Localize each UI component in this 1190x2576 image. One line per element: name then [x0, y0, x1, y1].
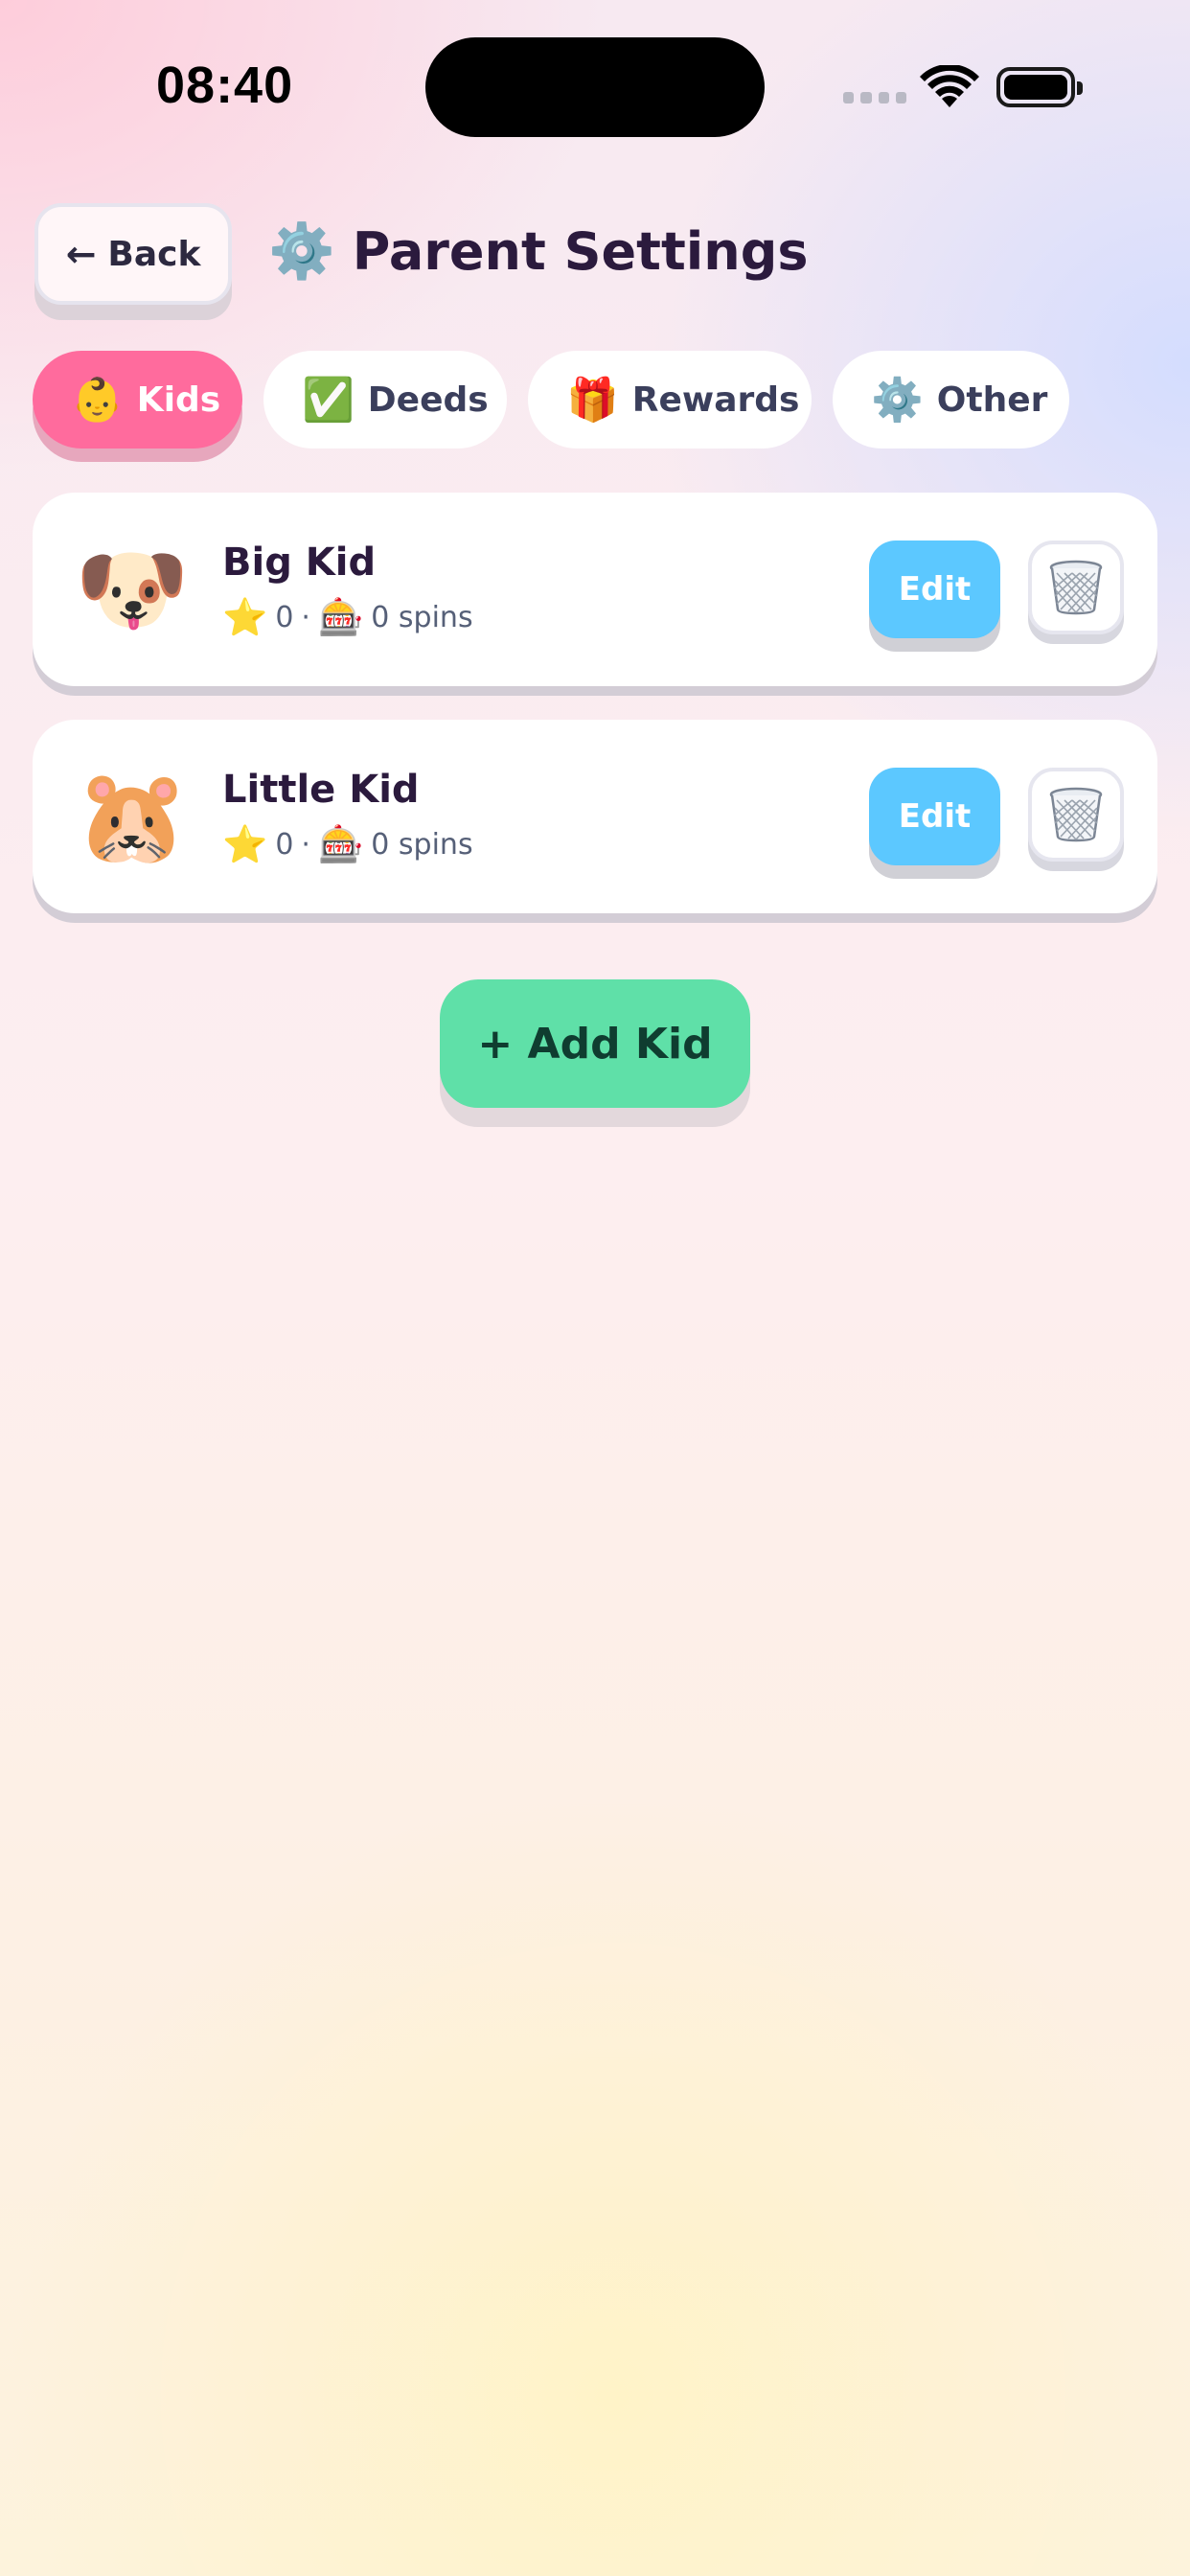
tab-deeds[interactable]: ✅ Deeds — [263, 351, 507, 448]
spin-count: 0 spins — [371, 601, 473, 634]
trash-basket-icon — [1049, 560, 1103, 615]
tab-label: Deeds — [367, 380, 489, 420]
tab-rewards[interactable]: 🎁 Rewards — [528, 351, 812, 448]
star-icon: ⭐ — [222, 596, 268, 638]
slot-machine-icon: 🎰 — [317, 823, 364, 865]
status-bar: 08:40 — [0, 0, 1190, 172]
gear-icon: ⚙️ — [871, 376, 924, 425]
dynamic-island — [425, 37, 765, 137]
check-mark-icon: ✅ — [302, 376, 355, 425]
back-label: Back — [107, 234, 201, 274]
edit-kid-button[interactable]: Edit — [869, 768, 1000, 865]
hamster-avatar-icon: 🐹 — [75, 763, 190, 870]
star-count: 0 — [275, 828, 294, 862]
battery-icon — [996, 67, 1083, 107]
status-time: 08:40 — [156, 57, 294, 114]
kid-name: Little Kid — [222, 768, 420, 812]
edit-kid-button[interactable]: Edit — [869, 540, 1000, 638]
delete-kid-button[interactable] — [1028, 540, 1124, 634]
delete-kid-button[interactable] — [1028, 768, 1124, 862]
stats-separator: · — [301, 828, 310, 862]
kid-card: 🐶 Big Kid ⭐ 0 · 🎰 0 spins Edit — [33, 493, 1157, 686]
slot-machine-icon: 🎰 — [317, 596, 364, 638]
settings-tabs: 👶 Kids ✅ Deeds 🎁 Rewards ⚙️ Other — [33, 351, 1069, 448]
back-button[interactable]: ← Back — [34, 203, 232, 305]
tab-label: Rewards — [631, 380, 800, 420]
page-title: ⚙️ Parent Settings — [268, 213, 809, 289]
spin-count: 0 spins — [371, 828, 473, 862]
gear-icon: ⚙️ — [268, 220, 335, 283]
gift-icon: 🎁 — [566, 376, 619, 425]
stats-separator: · — [301, 601, 310, 634]
dog-avatar-icon: 🐶 — [75, 536, 190, 643]
kid-stats: ⭐ 0 · 🎰 0 spins — [222, 596, 473, 639]
baby-icon: 👶 — [71, 376, 124, 425]
kid-stats: ⭐ 0 · 🎰 0 spins — [222, 823, 473, 866]
tab-label: Other — [936, 380, 1048, 420]
arrow-left-icon: ← — [65, 233, 97, 275]
tab-kids[interactable]: 👶 Kids — [33, 351, 242, 448]
tab-label: Kids — [136, 380, 221, 420]
trash-basket-icon — [1049, 787, 1103, 842]
page-title-text: Parent Settings — [352, 220, 809, 282]
wifi-icon — [920, 65, 979, 107]
cellular-signal-icon — [843, 92, 906, 105]
kid-name: Big Kid — [222, 540, 377, 585]
kid-card: 🐹 Little Kid ⭐ 0 · 🎰 0 spins Edit — [33, 720, 1157, 913]
add-kid-button[interactable]: + Add Kid — [440, 979, 750, 1108]
tab-other[interactable]: ⚙️ Other — [833, 351, 1069, 448]
star-count: 0 — [275, 601, 294, 634]
star-icon: ⭐ — [222, 823, 268, 865]
